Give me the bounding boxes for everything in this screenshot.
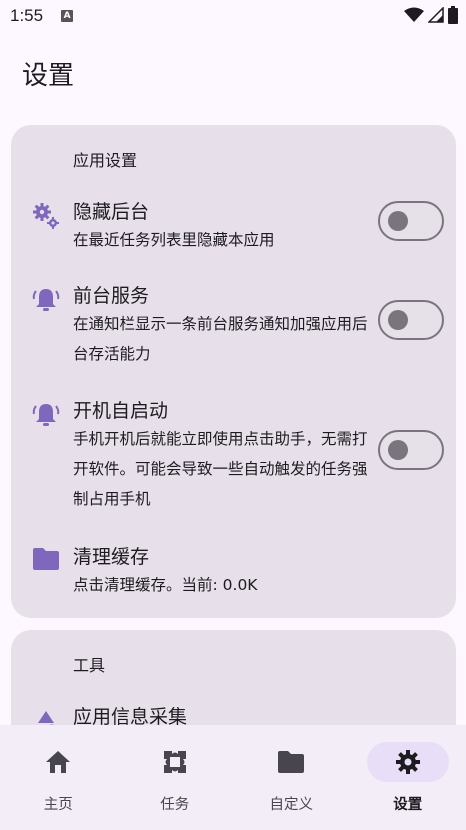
gear-icon: [395, 750, 420, 774]
toggle-knob: [388, 211, 408, 231]
setting-clear-cache[interactable]: 清理缓存 点击清理缓存。当前: 0.0K: [11, 538, 456, 603]
wifi-icon: [404, 7, 424, 22]
setting-title: 隐藏后台: [73, 201, 150, 223]
status-time: 1:55: [10, 6, 44, 25]
status-icons: [404, 6, 458, 24]
setting-title: 清理缓存: [73, 546, 150, 568]
page-title: 设置: [22, 61, 75, 91]
folder-icon: [278, 751, 304, 773]
auto-start-toggle[interactable]: [378, 430, 444, 470]
nav-label: 主页: [43, 797, 73, 813]
home-icon: [46, 751, 70, 773]
setting-hide-background[interactable]: 隐藏后台 在最近任务列表里隐藏本应用: [11, 193, 456, 263]
notification-icon: A: [61, 10, 74, 22]
app-settings-card: 应用设置 隐藏后台 在最近任务列表里隐藏本应用 前台服务 在通知栏显示一条前台服…: [11, 125, 456, 618]
nav-pill: [250, 742, 332, 782]
bell-ring-icon: [31, 285, 61, 315]
hide-background-toggle[interactable]: [378, 201, 444, 241]
toggle-knob: [388, 310, 408, 330]
bottom-navigation: 主页 任务 自定义 设置: [0, 725, 466, 830]
nav-pill-active: [366, 742, 449, 782]
section-header: 工具: [73, 656, 106, 675]
nav-item-home[interactable]: 主页: [0, 725, 117, 830]
section-header: 应用设置: [73, 151, 138, 170]
bell-ring-icon: [31, 400, 61, 430]
toggle-knob: [388, 440, 408, 460]
gears-icon: [31, 201, 61, 231]
nav-pill: [134, 742, 216, 782]
nav-item-tasks[interactable]: 任务: [117, 725, 234, 830]
setting-description: 在通知栏显示一条前台服务通知加强应用后台存活能力: [73, 315, 368, 363]
setting-description: 点击清理缓存。当前: 0.0K: [73, 576, 258, 594]
setting-foreground-service[interactable]: 前台服务 在通知栏显示一条前台服务通知加强应用后台存活能力: [11, 277, 456, 372]
nav-item-custom[interactable]: 自定义: [233, 725, 350, 830]
nav-label: 自定义: [269, 797, 314, 813]
setting-description: 在最近任务列表里隐藏本应用: [73, 231, 275, 249]
setting-title: 开机自启动: [73, 400, 169, 422]
battery-icon: [448, 6, 458, 24]
setting-title: 前台服务: [73, 285, 150, 307]
foreground-service-toggle[interactable]: [378, 300, 444, 340]
setting-auto-start[interactable]: 开机自启动 手机开机后就能立即使用点击助手，无需打开软件。可能会导致一些自动触发…: [11, 392, 456, 517]
task-icon: [163, 751, 186, 773]
status-bar: 1:55 A: [0, 0, 466, 32]
nav-item-settings[interactable]: 设置: [350, 725, 466, 830]
setting-description: 手机开机后就能立即使用点击助手，无需打开软件。可能会导致一些自动触发的任务强制占…: [73, 430, 368, 508]
nav-pill: [17, 742, 99, 782]
folder-icon: [31, 544, 61, 574]
nav-label: 设置: [393, 797, 423, 813]
nav-label: 任务: [160, 797, 190, 813]
signal-icon: [428, 7, 444, 23]
